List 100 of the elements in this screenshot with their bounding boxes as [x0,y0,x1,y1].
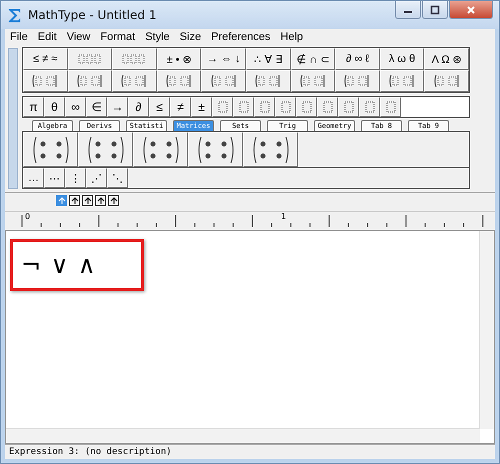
status-bar: Expression 3: (no description) [5,444,495,459]
template-icon [298,74,327,88]
symbol-button[interactable]: ∈ [86,97,107,117]
palette-button[interactable]: ∉ ∩ ⊂ [290,48,336,70]
dots-button[interactable]: ⋰ [86,168,107,188]
template-palette-button[interactable] [201,70,246,92]
template-icon [120,74,148,88]
matrix-template-button[interactable] [78,132,133,167]
up-arrow-icon [110,196,118,204]
maximize-button[interactable] [422,1,448,19]
menu-item[interactable]: Edit [38,31,57,43]
tab-stop-button[interactable] [108,195,119,206]
palette-button[interactable]: λ ω θ [380,48,424,70]
matrix-template-button[interactable] [188,132,243,167]
palette-button[interactable]: ≤ ≠ ≈ [23,48,68,70]
template-icon [254,74,282,88]
template-icon [258,100,270,114]
template-icon [388,74,416,88]
menu-item[interactable]: Help [280,31,304,43]
symbol-button[interactable] [317,97,338,117]
close-button[interactable] [449,1,493,19]
dots-button[interactable]: ⋯ [44,168,65,188]
symbol-button[interactable]: π [23,97,44,117]
palette-button[interactable]: ∴ ∀ ∃ [246,48,291,70]
matrix-template-button[interactable] [23,132,78,167]
template-icon [300,100,312,114]
palette-button[interactable]: → ⇔ ↓ [201,48,246,70]
up-arrow-icon [58,196,66,204]
palette-button[interactable] [68,48,112,70]
up-arrow-icon [84,196,92,204]
tab-stop-button[interactable] [95,195,106,206]
matrix-template-button[interactable] [243,132,298,167]
template-icon [121,53,148,65]
symbol-button[interactable] [212,97,233,117]
menu-item[interactable]: View [66,31,90,43]
template-icon [165,74,194,88]
minimize-button[interactable] [395,1,421,19]
template-icon [322,100,334,114]
template-palette-button[interactable] [335,70,380,92]
menu-item[interactable]: Format [100,31,136,43]
template-palette-button[interactable] [380,70,424,92]
window-title: MathType - Untitled 1 [28,8,158,22]
matrix-icon [86,134,126,164]
palette-button[interactable] [112,48,157,70]
symbol-button[interactable]: → [107,97,128,117]
symbol-button[interactable] [233,97,254,117]
symbol-button[interactable]: ≠ [170,97,191,117]
symbol-button[interactable] [275,97,296,117]
minimize-icon [404,11,412,13]
palette-button[interactable]: ± • ⊗ [156,48,202,70]
template-palette-button[interactable] [156,70,202,92]
palette-button[interactable]: ∂ ∞ ℓ [335,48,380,70]
symbol-button[interactable] [380,97,401,117]
palette-button[interactable]: Λ Ω ⊛ [424,48,469,70]
template-icon [343,74,372,88]
menu-item[interactable]: File [10,31,28,43]
template-icon [238,100,250,114]
template-icon [210,74,238,88]
dots-button[interactable]: ⋱ [107,168,128,188]
menu-item[interactable]: Style [145,31,170,43]
template-palette-button[interactable] [23,70,68,92]
menu-item[interactable]: Preferences [211,31,270,43]
symbol-button[interactable]: θ [44,97,65,117]
up-arrow-icon [96,196,104,204]
template-palette-button[interactable] [68,70,112,92]
up-arrow-icon [70,196,78,204]
symbol-button[interactable]: ≤ [149,97,170,117]
template-palette-button[interactable] [112,70,157,92]
maximize-icon [430,4,440,14]
matrix-icon [196,134,236,164]
template-icon [364,100,376,114]
vertical-scrollbar[interactable] [479,231,494,429]
matrix-icon [30,134,70,164]
symbol-button[interactable]: ∞ [65,97,86,117]
tab-stop-button[interactable] [82,195,93,206]
symbol-button[interactable]: ± [191,97,212,117]
menu-item[interactable]: Size [180,31,202,43]
dots-button[interactable]: … [23,168,44,188]
equation-text: ¬ ∨ ∧ [21,251,96,279]
symbol-button[interactable] [254,97,275,117]
matrix-icon [250,134,290,164]
toolbar-grip[interactable] [8,48,18,189]
sigma-icon [7,8,22,22]
editing-area[interactable]: ¬ ∨ ∧ [5,231,495,444]
matrix-template-button[interactable] [133,132,188,167]
tab-stop-button[interactable] [69,195,80,206]
template-icon [342,100,354,114]
symbol-button[interactable] [296,97,317,117]
ruler-label: 0 [25,212,30,221]
template-palette-button[interactable] [290,70,336,92]
dots-button[interactable]: ⋮ [65,168,86,188]
symbol-button[interactable]: ∂ [128,97,149,117]
ruler-label: 1 [281,212,286,221]
template-palette-button[interactable] [246,70,291,92]
horizontal-scrollbar[interactable] [6,428,480,443]
template-palette-button[interactable] [424,70,469,92]
template-icon [76,53,103,65]
symbol-button[interactable] [338,97,359,117]
symbol-button[interactable] [359,97,380,117]
template-icon [76,74,104,88]
